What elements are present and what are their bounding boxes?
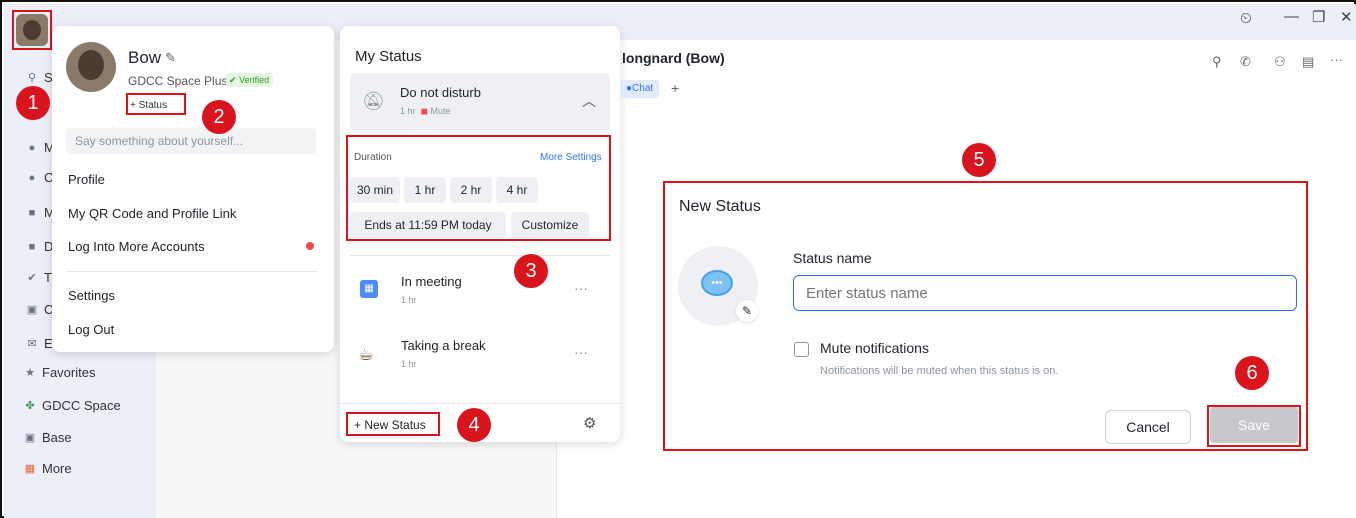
- bell-off-icon: 🔕︎: [362, 91, 385, 111]
- phone-icon[interactable]: ✆: [1240, 54, 1251, 70]
- callout-3: 3: [514, 254, 548, 288]
- nav-label: More: [42, 461, 72, 476]
- profile-card: Bow ✎ GDCC Space Plus ✔ Verified + Statu…: [52, 26, 334, 352]
- profile-avatar[interactable]: [66, 42, 116, 92]
- close-icon[interactable]: ✕: [1340, 8, 1353, 26]
- menu-profile[interactable]: Profile: [68, 172, 105, 187]
- current-status[interactable]: 🔕︎ Do not disturb 1 hr ◼ Mute ︿: [350, 73, 610, 131]
- menu-log-into-accounts[interactable]: Log Into More Accounts: [68, 239, 205, 254]
- edit-pencil-icon[interactable]: ✎: [165, 50, 176, 66]
- calendar-icon[interactable]: ▤: [1302, 54, 1314, 70]
- screenshot-frame: ⏲ — ❐ ✕ ⚲ S ● M ● C ■ M ■ D ✔ T ▣ C ✉ E ★ Favori…: [0, 0, 1356, 518]
- history-icon[interactable]: ⏲: [1240, 10, 1252, 27]
- divider: [350, 255, 610, 256]
- about-input[interactable]: Say something about yourself...: [66, 128, 316, 154]
- menu-settings[interactable]: Settings: [68, 288, 115, 303]
- callout-box-new-status: [346, 412, 440, 436]
- preset-name: In meeting: [401, 274, 462, 289]
- more-dots-icon[interactable]: ···: [574, 344, 588, 360]
- menu-log-out[interactable]: Log Out: [68, 322, 114, 337]
- callout-box-duration: [346, 135, 611, 241]
- more-dots-icon[interactable]: ···: [574, 280, 588, 296]
- callout-4: 4: [457, 408, 491, 442]
- more-icon[interactable]: ···: [1330, 52, 1343, 67]
- space-icon: ✤: [25, 399, 35, 412]
- verified-check-icon: ✔: [229, 75, 237, 85]
- nav-item-partial[interactable]: ■ M: [26, 205, 55, 220]
- callout-5: 5: [962, 143, 996, 177]
- callout-box-avatar: [12, 10, 52, 50]
- current-status-name: Do not disturb: [400, 85, 481, 100]
- restore-icon[interactable]: ❐: [1312, 8, 1325, 26]
- callout-1: 1: [16, 86, 50, 120]
- callout-2: 2: [202, 100, 236, 134]
- nav-item-partial[interactable]: ▣ C: [26, 302, 54, 317]
- add-tab-button[interactable]: +: [671, 80, 679, 96]
- nav-item-favorites[interactable]: ★ Favorites: [24, 365, 95, 380]
- nav-item-partial[interactable]: ● C: [26, 170, 54, 185]
- mute-icon: ◼: [420, 106, 429, 116]
- callout-6: 6: [1235, 356, 1269, 390]
- preset-name: Taking a break: [401, 338, 486, 353]
- chevron-up-icon[interactable]: ︿: [582, 91, 596, 111]
- coffee-icon: ☕︎: [358, 344, 375, 364]
- nav-item-gdcc-space[interactable]: ✤ GDCC Space: [24, 398, 121, 413]
- star-icon: ★: [25, 366, 35, 379]
- notification-dot: [306, 242, 314, 250]
- minimize-icon[interactable]: —: [1284, 8, 1299, 25]
- profile-name: Bow: [128, 48, 162, 67]
- divider: [66, 271, 318, 272]
- tab-chat[interactable]: ●Chat: [620, 80, 660, 98]
- search-icon[interactable]: ⚲: [1212, 54, 1222, 70]
- gear-icon[interactable]: ⚙: [583, 414, 596, 432]
- current-status-duration: 1 hr ◼ Mute: [400, 106, 451, 116]
- chat-title: longnard (Bow): [622, 50, 725, 66]
- add-member-icon[interactable]: ⚇: [1274, 54, 1286, 70]
- nav-item-partial[interactable]: ■ D: [26, 239, 54, 254]
- preset-duration: 1 hr: [401, 295, 417, 305]
- profile-org: GDCC Space Plus: [128, 74, 228, 88]
- nav-item-partial[interactable]: ✉ E: [26, 336, 52, 351]
- preset-duration: 1 hr: [401, 359, 417, 369]
- my-status-title: My Status: [355, 48, 422, 65]
- nav-item-partial[interactable]: ✔ T: [26, 270, 52, 285]
- divider: [340, 403, 620, 404]
- verified-badge: ✔ Verified: [226, 73, 274, 87]
- menu-qr-code[interactable]: My QR Code and Profile Link: [68, 206, 236, 221]
- preset-taking-a-break[interactable]: ☕︎ Taking a break 1 hr ···: [340, 330, 620, 386]
- nav-label: Favorites: [42, 365, 96, 380]
- preset-in-meeting[interactable]: ▦ In meeting 1 hr ···: [340, 264, 620, 320]
- calendar-icon: ▦: [360, 280, 378, 298]
- callout-box-status: [126, 93, 186, 115]
- nav-item-more[interactable]: ▦ More: [24, 461, 72, 476]
- nav-label: Base: [42, 430, 72, 445]
- base-icon: ▣: [24, 431, 36, 444]
- grid-icon: ▦: [24, 462, 36, 475]
- nav-search-icon[interactable]: ⚲ S: [26, 70, 53, 85]
- nav-item-partial[interactable]: ● M: [26, 140, 55, 155]
- nav-item-base[interactable]: ▣ Base: [24, 430, 72, 445]
- callout-box-save: [1207, 405, 1301, 447]
- nav-label: GDCC Space: [42, 398, 121, 413]
